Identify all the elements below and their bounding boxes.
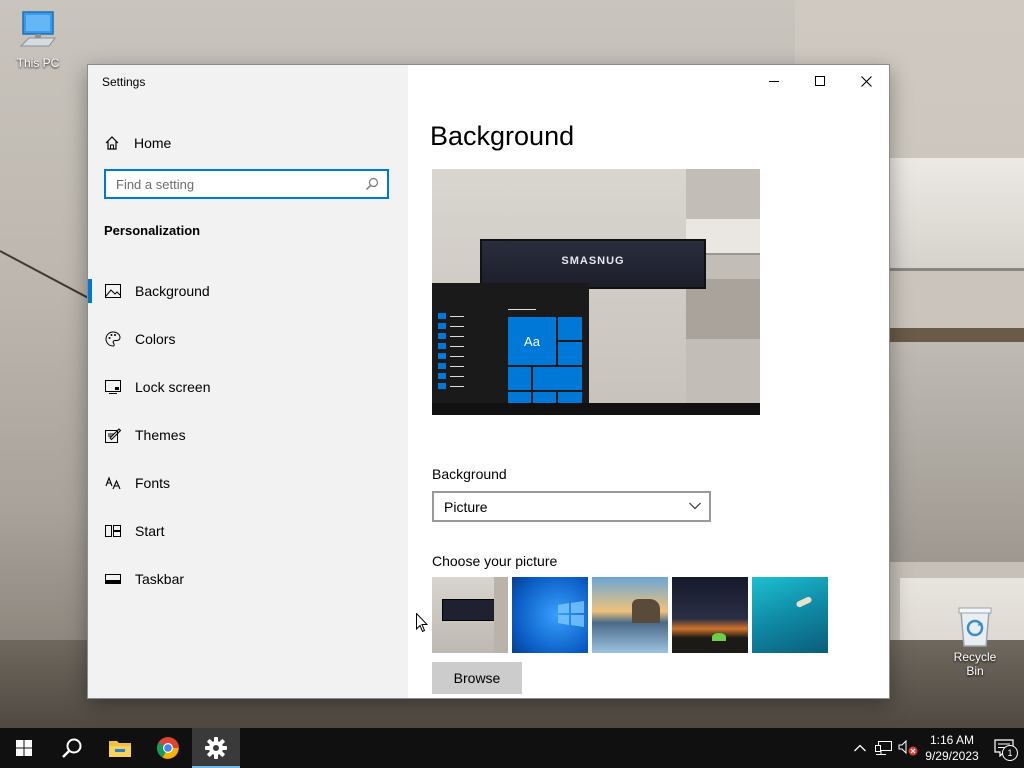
picture-thumbnails xyxy=(432,577,832,653)
clock-time: 1:16 AM xyxy=(929,733,975,747)
wallpaper-ac-unit xyxy=(888,158,1024,271)
preview-app-list xyxy=(438,313,468,393)
network-button[interactable] xyxy=(872,728,896,768)
sidebar-item-themes[interactable]: Themes xyxy=(88,411,408,459)
sidebar-item-label: Background xyxy=(135,283,210,299)
sidebar-item-label: Taskbar xyxy=(135,571,185,587)
desktop-icon-this-pc[interactable]: This PC xyxy=(8,10,68,70)
preview-taskbar xyxy=(432,403,760,415)
close-button[interactable] xyxy=(843,65,889,97)
background-type-select[interactable]: Picture xyxy=(432,491,711,522)
start-button[interactable] xyxy=(0,728,48,768)
browse-button[interactable]: Browse xyxy=(432,662,522,694)
background-preview: SMASNUG Aa xyxy=(432,169,760,415)
section-title: Personalization xyxy=(104,223,201,238)
minimize-icon xyxy=(769,81,779,82)
picture-icon xyxy=(105,283,121,299)
preview-tv: SMASNUG xyxy=(480,239,706,289)
volume-muted-icon xyxy=(898,739,918,756)
close-icon xyxy=(860,75,872,87)
desktop-icon-recycle-bin[interactable]: Recycle Bin xyxy=(944,604,1006,678)
home-icon xyxy=(105,136,119,150)
sidebar-item-background[interactable]: Background xyxy=(88,267,408,315)
desktop-icon-label: This PC xyxy=(16,56,60,70)
chevron-down-icon xyxy=(689,502,701,510)
picture-thumbnail-night-sky[interactable] xyxy=(672,577,748,653)
taskbar-file-explorer[interactable] xyxy=(96,728,144,768)
sidebar-item-label: Fonts xyxy=(135,475,171,491)
search-box[interactable] xyxy=(104,169,389,199)
settings-window: Settings Home Personalization Background xyxy=(87,64,890,699)
taskbar: 1:16 AM 9/29/2023 1 xyxy=(0,728,1024,768)
sidebar-item-taskbar[interactable]: Taskbar xyxy=(88,555,408,603)
settings-icon xyxy=(205,737,227,759)
computer-icon xyxy=(19,11,56,47)
preview-tiles: Aa xyxy=(508,317,582,403)
taskbar-chrome[interactable] xyxy=(144,728,192,768)
show-hidden-icons-button[interactable] xyxy=(848,728,872,768)
home-label: Home xyxy=(134,135,172,151)
themes-icon xyxy=(105,427,121,443)
sidebar-item-fonts[interactable]: Fonts xyxy=(88,459,408,507)
search-input[interactable] xyxy=(106,171,366,197)
choose-picture-label: Choose your picture xyxy=(432,553,558,569)
system-tray: 1:16 AM 9/29/2023 1 xyxy=(848,728,1024,768)
palette-icon xyxy=(105,331,121,347)
fonts-icon xyxy=(105,475,121,491)
sidebar-item-label: Start xyxy=(135,523,165,539)
picture-thumbnail-underwater[interactable] xyxy=(752,577,828,653)
picture-thumbnail-current[interactable] xyxy=(432,577,508,653)
notification-count-badge: 1 xyxy=(1002,745,1018,761)
preview-tile-text: Aa xyxy=(508,317,556,365)
sidebar-item-label: Colors xyxy=(135,331,176,347)
mouse-cursor-icon xyxy=(416,613,428,633)
picture-thumbnail-windows[interactable] xyxy=(512,577,588,653)
wallpaper-mirror xyxy=(888,342,1024,562)
sidebar-item-start[interactable]: Start xyxy=(88,507,408,555)
sidebar-nav: Background Colors Lock screen Themes Fon… xyxy=(88,267,408,603)
file-explorer-icon xyxy=(109,741,131,757)
settings-sidebar: Settings Home Personalization Background xyxy=(88,65,408,698)
maximize-icon xyxy=(815,76,825,86)
sidebar-item-label: Lock screen xyxy=(135,379,211,395)
page-title: Background xyxy=(430,121,575,151)
volume-button[interactable] xyxy=(896,728,920,768)
sidebar-item-lock-screen[interactable]: Lock screen xyxy=(88,363,408,411)
background-type-value: Picture xyxy=(444,498,488,515)
lock-screen-icon xyxy=(105,379,121,395)
background-label: Background xyxy=(432,466,507,482)
recycle-bin-icon xyxy=(958,607,992,647)
maximize-button[interactable] xyxy=(797,65,843,97)
home-link[interactable]: Home xyxy=(104,131,171,155)
preview-tv-text: SMASNUG xyxy=(561,255,625,267)
clock[interactable]: 1:16 AM 9/29/2023 xyxy=(920,732,984,764)
chrome-icon xyxy=(157,737,179,759)
preview-start-menu: Aa xyxy=(432,283,589,403)
search-icon xyxy=(366,177,379,190)
taskbar-search-button[interactable] xyxy=(48,728,96,768)
search-icon xyxy=(62,738,82,758)
taskbar-settings[interactable] xyxy=(192,728,240,768)
clock-date: 9/29/2023 xyxy=(925,749,979,763)
taskbar-icon xyxy=(105,571,121,587)
chevron-up-icon xyxy=(854,744,866,752)
sidebar-item-label: Themes xyxy=(135,427,186,443)
desktop-icon-label: Recycle Bin xyxy=(953,650,997,678)
network-icon xyxy=(875,741,892,755)
windows-logo-icon xyxy=(16,740,32,756)
action-center-button[interactable]: 1 xyxy=(984,728,1024,768)
start-icon xyxy=(105,523,121,539)
picture-thumbnail-beach[interactable] xyxy=(592,577,668,653)
sidebar-item-colors[interactable]: Colors xyxy=(88,315,408,363)
wallpaper-shelf xyxy=(888,328,1024,342)
settings-content: Background SMASNUG Aa Background Picture… xyxy=(408,65,889,698)
window-title: Settings xyxy=(102,75,146,89)
window-controls xyxy=(751,65,889,97)
minimize-button[interactable] xyxy=(751,65,797,97)
